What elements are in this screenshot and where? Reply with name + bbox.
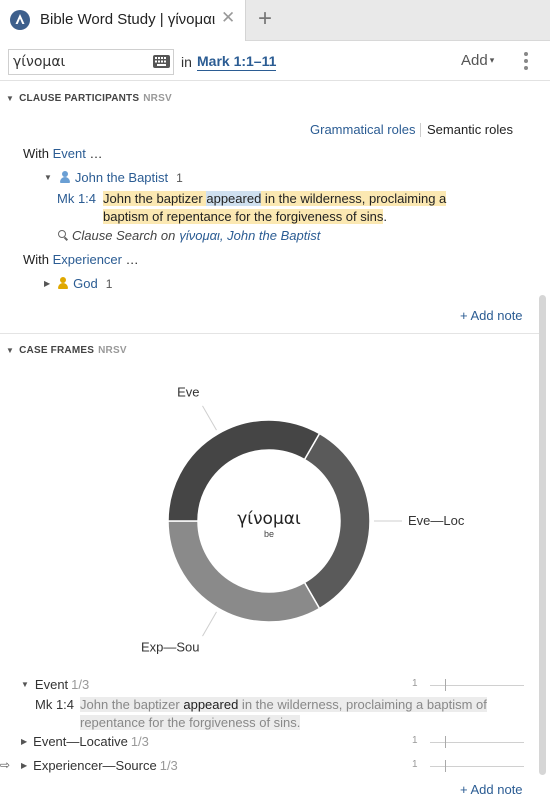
with-experiencer-line: With Experiencer … — [23, 252, 139, 267]
in-label: in — [181, 54, 192, 70]
version-label: NRSV — [143, 93, 172, 104]
version-label: NRSV — [98, 345, 127, 356]
tab-bar: Bible Word Study | γίνομαι ✕ + — [0, 0, 550, 41]
clause-search-label: Clause Search on — [72, 228, 176, 243]
experiencer-role-link[interactable]: Experiencer — [53, 252, 122, 267]
frequency-sparkline: 1 — [412, 758, 524, 774]
with-event-line: With Event … — [23, 146, 103, 161]
verse-text-keyword: appeared — [183, 697, 239, 712]
section-title: CASE FRAMES — [19, 345, 95, 356]
ellipsis: … — [125, 252, 139, 267]
clause-search-terms: γίνομαι, John the Baptist — [179, 228, 321, 243]
search-box — [8, 49, 174, 75]
search-icon — [58, 230, 69, 241]
participant-god: ▶ God 1 — [44, 276, 112, 291]
clause-participants-header[interactable]: ▼ CLAUSE PARTICIPANTS NRSV — [6, 93, 172, 109]
donut-center-word: γίνομαι — [237, 509, 301, 529]
case-frames-header[interactable]: ▼ CASE FRAMES NRSV — [6, 345, 127, 361]
chevron-down-icon: ▾ — [489, 55, 495, 65]
collapse-caret-icon[interactable]: ▼ — [21, 680, 29, 689]
participant-john-the-baptist: ▼ John the Baptist 1 — [44, 170, 183, 185]
person-icon — [58, 277, 69, 289]
donut-label: Exp—Sou — [141, 639, 200, 654]
case-frame-label[interactable]: Event—Locative — [33, 734, 128, 749]
verse-text: John the baptizer appeared in the wilder… — [103, 190, 463, 226]
clause-search-link[interactable]: Clause Search on γίνομαι, John the Baptis… — [58, 228, 320, 243]
close-icon[interactable]: ✕ — [221, 8, 235, 28]
ellipsis: … — [89, 146, 103, 161]
donut-leader-line — [202, 405, 217, 431]
case-frame-fraction: 1/3 — [159, 758, 178, 773]
participant-name-link[interactable]: God — [73, 276, 98, 291]
with-label: With — [23, 252, 49, 267]
event-role-link[interactable]: Event — [53, 146, 86, 161]
verse-text-before: John the baptizer — [103, 191, 207, 206]
semantic-roles-link[interactable]: Semantic roles — [427, 122, 513, 137]
sparkline-count: 1 — [412, 735, 418, 746]
case-frames-donut-chart: γίνομαι be Eve—Loc Exp—Sou Eve — [141, 385, 465, 655]
donut-label: Eve—Loc — [408, 513, 465, 528]
new-tab-icon[interactable]: + — [258, 5, 272, 33]
toolbar: in Mark 1:1–11 Add▾ — [0, 41, 550, 81]
verse-text-keyword: appeared — [206, 191, 262, 206]
frequency-sparkline: 1 — [412, 734, 524, 750]
expand-caret-icon[interactable]: ▼ — [44, 173, 52, 182]
case-frame-row-event: ▼ Event 1/3 — [21, 677, 89, 692]
donut-leader-line — [202, 611, 217, 637]
passage-reference[interactable]: Mark 1:1–11 — [197, 53, 277, 71]
case-frame-fraction: 1/3 — [71, 677, 90, 692]
sparkline-count: 1 — [412, 759, 418, 770]
expand-caret-icon[interactable]: ▶ — [44, 279, 50, 288]
verse-reference[interactable]: Mk 1:4 — [35, 696, 74, 714]
participant-name-link[interactable]: John the Baptist — [75, 170, 168, 185]
sparkline-count: 1 — [412, 678, 418, 689]
donut-label: Eve — [177, 385, 199, 400]
verse-text: John the baptizer appeared in the wilder… — [80, 696, 505, 732]
case-frame-fraction: 1/3 — [130, 734, 149, 749]
with-label: With — [23, 146, 49, 161]
search-input[interactable] — [9, 50, 147, 74]
tab-title: Bible Word Study | γίνομαι — [40, 11, 216, 28]
donut-segment[interactable] — [167, 419, 321, 522]
collapse-caret-icon: ▼ — [6, 94, 15, 103]
grammatical-roles-link[interactable]: Grammatical roles — [310, 122, 415, 137]
add-note-button[interactable]: + Add note — [460, 308, 523, 323]
case-frame-row-event-locative: ▶ Event—Locative 1/3 — [21, 734, 149, 749]
participant-count: 1 — [105, 277, 113, 291]
donut-segment[interactable] — [303, 432, 371, 610]
case-frame-label[interactable]: Experiencer—Source — [33, 758, 157, 773]
frequency-sparkline: 1 — [412, 677, 524, 693]
vertical-scrollbar[interactable] — [539, 295, 546, 775]
verse-reference-link[interactable]: Mk 1:4 — [57, 190, 96, 208]
tab-bible-word-study[interactable]: Bible Word Study | γίνομαι ✕ — [0, 0, 246, 41]
roles-divider — [420, 123, 421, 137]
case-frame-label[interactable]: Event — [35, 677, 68, 692]
person-icon — [59, 171, 70, 183]
case-frame-row-experiencer-source: ▶ Experiencer—Source 1/3 — [21, 758, 178, 773]
app-icon — [10, 10, 30, 30]
collapse-caret-icon: ▼ — [6, 346, 15, 355]
participant-count: 1 — [176, 171, 183, 185]
kebab-icon[interactable] — [519, 51, 533, 71]
section-divider — [0, 333, 540, 334]
add-label: Add — [461, 52, 488, 69]
donut-center-gloss: be — [264, 529, 274, 539]
add-note-button[interactable]: + Add note — [460, 782, 523, 797]
keyboard-icon[interactable] — [153, 55, 170, 68]
expand-caret-icon[interactable]: ▶ — [21, 737, 27, 746]
arrow-pointer-icon: ⇨ — [0, 758, 11, 772]
add-menu-button[interactable]: Add ▾ — [461, 52, 494, 69]
donut-segment[interactable] — [167, 520, 321, 623]
expand-caret-icon[interactable]: ▶ — [21, 761, 27, 770]
verse-text-end: . — [383, 209, 388, 224]
verse-text-before: John the baptizer — [80, 697, 184, 712]
section-title: CLAUSE PARTICIPANTS — [19, 93, 140, 104]
